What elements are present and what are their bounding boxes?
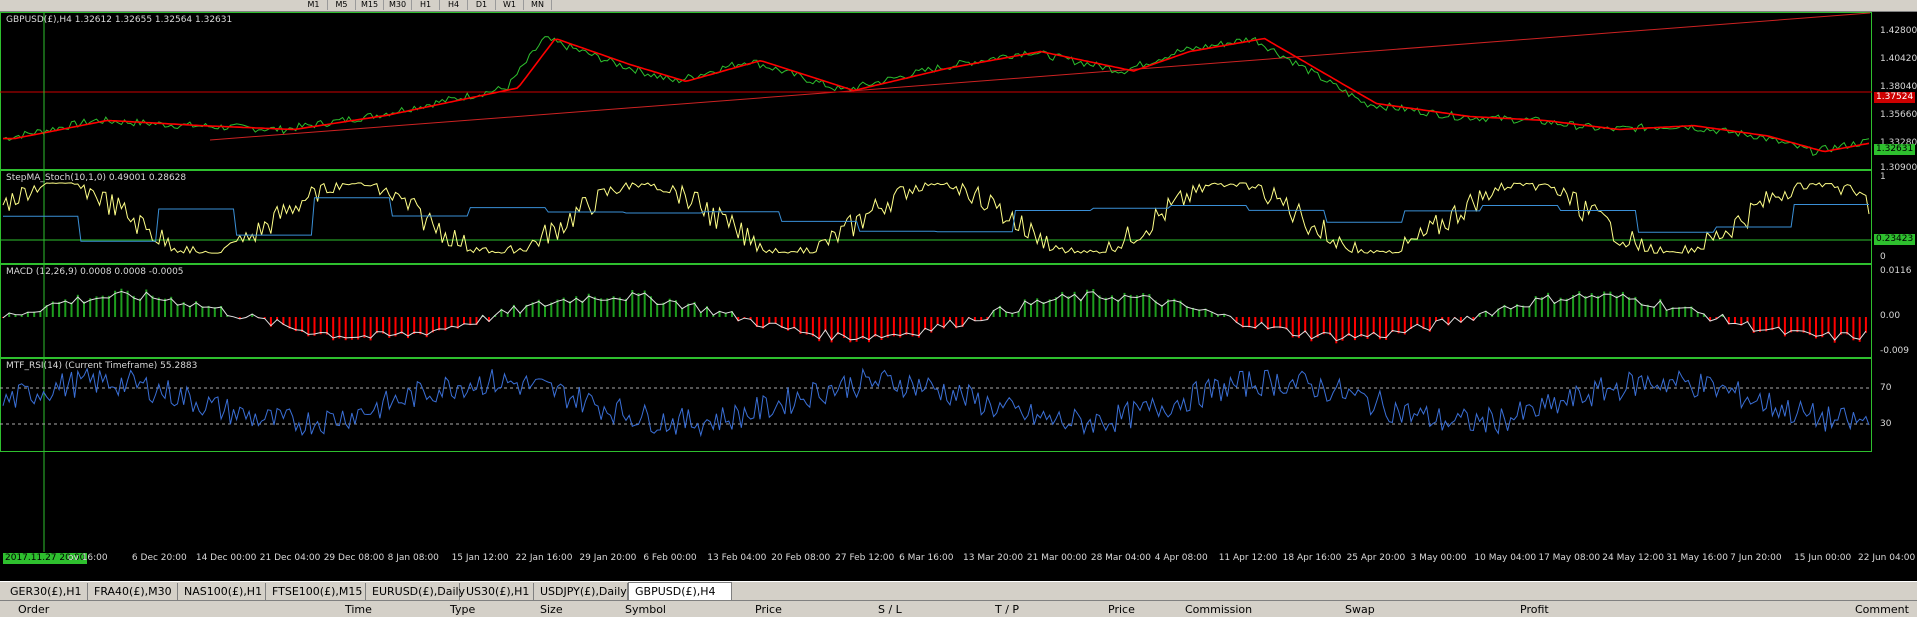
chart-tab-2[interactable]: NAS100(£),H1 bbox=[178, 583, 266, 600]
axis-label: 30 bbox=[1880, 419, 1892, 429]
chart-tab-3[interactable]: FTSE100(£),M15 bbox=[266, 583, 366, 600]
rsi-series bbox=[2, 367, 1870, 438]
stoch-signal-series bbox=[3, 197, 1869, 242]
time-label: 25 Apr 20:00 bbox=[1346, 553, 1406, 563]
axis-label: 70 bbox=[1880, 383, 1892, 393]
time-label: 13 Mar 20:00 bbox=[963, 553, 1024, 563]
timeframe-button-h4[interactable]: H4 bbox=[440, 0, 468, 10]
timeframe-button-w1[interactable]: W1 bbox=[496, 0, 524, 10]
time-label: 10 May 04:00 bbox=[1474, 553, 1537, 563]
chart-tab-0[interactable]: GER30(£),H1 bbox=[4, 583, 88, 600]
axis-label: 1.35660 bbox=[1880, 110, 1917, 120]
terminal-column-header[interactable]: T / P bbox=[995, 602, 1019, 617]
axis-label: 1.40420 bbox=[1880, 54, 1917, 64]
terminal-column-header[interactable]: Comment bbox=[1855, 602, 1909, 617]
trend-line bbox=[209, 12, 1871, 141]
stoch-axis: 1 0.23423 0 bbox=[1872, 170, 1917, 264]
hline-price-badge: 1.37524 bbox=[1874, 92, 1916, 103]
time-axis: 2017.11.27 20:00 ov 16:00 6 Dec 20:00 14 D… bbox=[0, 552, 1917, 566]
terminal-header: Order Time Type Size Symbol Price S / L T / P Pr… bbox=[0, 600, 1917, 617]
timeframe-button-m15[interactable]: M15 bbox=[356, 0, 384, 10]
time-label: 4 Apr 08:00 bbox=[1154, 553, 1208, 563]
chart-tab-4[interactable]: EURUSD(£),Daily bbox=[366, 583, 465, 600]
timeframe-button-m5[interactable]: M5 bbox=[328, 0, 356, 10]
time-label: 15 Jan 12:00 bbox=[451, 553, 509, 563]
timeframe-button-h1[interactable]: H1 bbox=[412, 0, 440, 10]
axis-label: 1.42800 bbox=[1880, 26, 1917, 36]
terminal-column-header[interactable]: Size bbox=[540, 602, 563, 617]
time-label: 24 May 12:00 bbox=[1602, 553, 1664, 563]
time-label: 27 Feb 12:00 bbox=[835, 553, 895, 563]
time-label: 28 Mar 04:00 bbox=[1090, 553, 1151, 563]
time-label: 22 Jun 04:00 bbox=[1858, 553, 1916, 563]
chart-tab-6[interactable]: USDJPY(£),Daily bbox=[534, 583, 628, 600]
price-axis: 1.42800 1.40420 1.38040 1.35660 1.33280 1.309… bbox=[1872, 12, 1917, 173]
time-label: 13 Feb 04:00 bbox=[707, 553, 767, 563]
stoch-main-series bbox=[2, 181, 1870, 255]
timeframe-button-d1[interactable]: D1 bbox=[468, 0, 496, 10]
time-label: 6 Mar 16:00 bbox=[899, 553, 954, 563]
time-label: 21 Mar 00:00 bbox=[1026, 553, 1088, 563]
terminal-column-header[interactable]: Price bbox=[755, 602, 782, 617]
time-label: 6 Dec 20:00 bbox=[131, 553, 187, 563]
terminal-column-header[interactable]: Price bbox=[1108, 602, 1135, 617]
terminal-column-header[interactable]: Commission bbox=[1185, 602, 1252, 617]
timeframe-button-m30[interactable]: M30 bbox=[384, 0, 412, 10]
time-label: 21 Dec 04:00 bbox=[259, 553, 321, 563]
axis-label: 0 bbox=[1880, 252, 1886, 262]
terminal-column-header[interactable]: Type bbox=[450, 602, 475, 617]
time-label: 29 Dec 08:00 bbox=[323, 553, 385, 563]
time-label: 20 Feb 08:00 bbox=[771, 553, 831, 563]
time-label: 11 Apr 12:00 bbox=[1218, 553, 1278, 563]
chart-tab-1[interactable]: FRA40(£),M30 bbox=[88, 583, 178, 600]
toolbar: M1 M5 M15 M30 H1 H4 D1 W1 MN bbox=[0, 0, 1917, 12]
terminal-column-header[interactable]: Time bbox=[345, 602, 372, 617]
time-label: 6 Feb 00:00 bbox=[643, 553, 697, 563]
timeframe-button-m1[interactable]: M1 bbox=[300, 0, 328, 10]
time-label: 14 Dec 00:00 bbox=[195, 553, 257, 563]
chart-area[interactable]: GBPUSD(£),H4 1.32612 1.32655 1.32564 1.3… bbox=[0, 12, 1917, 581]
terminal-column-header[interactable]: Swap bbox=[1345, 602, 1375, 617]
time-label: 15 Jun 00:00 bbox=[1794, 553, 1852, 563]
time-label: 7 Jun 20:00 bbox=[1730, 553, 1782, 563]
time-label: 3 May 00:00 bbox=[1410, 553, 1467, 563]
axis-label: 0.00 bbox=[1880, 311, 1901, 321]
axis-label: 0.23423 bbox=[1874, 234, 1916, 245]
terminal-column-header[interactable]: S / L bbox=[878, 602, 902, 617]
chart-tab-7[interactable]: GBPUSD(£),H4 bbox=[628, 582, 732, 601]
chart-tabs: GER30(£),H1 FRA40(£),M30 NAS100(£),H1 FTSE1… bbox=[0, 581, 1917, 601]
terminal-column-header[interactable]: Order bbox=[18, 602, 49, 617]
terminal-column-header[interactable]: Profit bbox=[1520, 602, 1549, 617]
axis-label: -0.009 bbox=[1880, 346, 1910, 356]
chart-tab-5[interactable]: US30(£),H1 bbox=[460, 583, 534, 600]
axis-label: 0.0116 bbox=[1880, 266, 1912, 276]
time-label: 17 May 08:00 bbox=[1538, 553, 1601, 563]
time-label: 8 Jan 08:00 bbox=[387, 553, 439, 563]
price-series bbox=[2, 36, 1870, 157]
macd-axis: 0.0116 0.00 -0.009 bbox=[1872, 264, 1917, 358]
rsi-axis: 70 30 bbox=[1872, 358, 1917, 452]
timeframe-button-mn[interactable]: MN bbox=[524, 0, 552, 10]
time-label: 18 Apr 16:00 bbox=[1282, 553, 1342, 563]
axis-label: 1 bbox=[1880, 172, 1886, 182]
time-label: 29 Jan 20:00 bbox=[579, 553, 637, 563]
current-price-badge: 1.32631 bbox=[1874, 144, 1916, 155]
chart-plot bbox=[0, 12, 1872, 552]
time-label: 31 May 16:00 bbox=[1666, 553, 1728, 563]
time-label: ov 16:00 bbox=[68, 553, 108, 563]
terminal-column-header[interactable]: Symbol bbox=[625, 602, 666, 617]
time-label: 22 Jan 16:00 bbox=[515, 553, 573, 563]
